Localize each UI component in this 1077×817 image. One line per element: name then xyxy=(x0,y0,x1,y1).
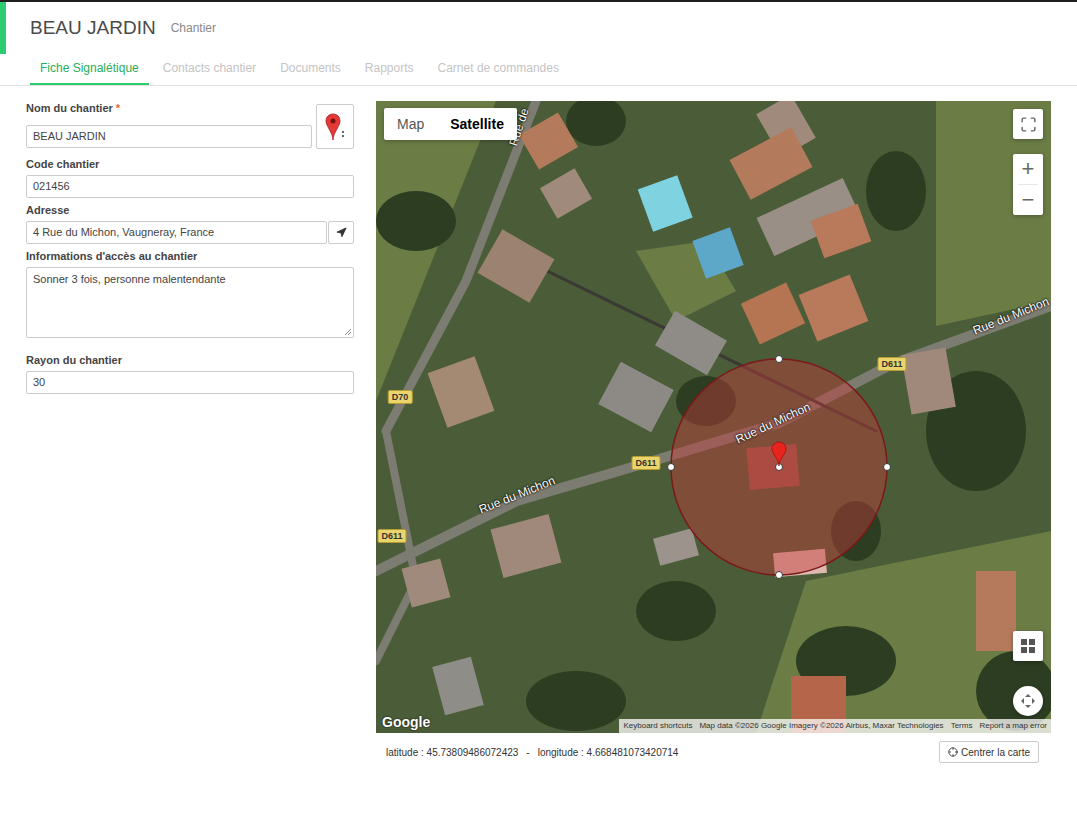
text-input[interactable]: 021456 xyxy=(26,175,354,198)
text-input[interactable]: 4 Rue du Michon, Vaugneray, France xyxy=(26,221,327,244)
page: BEAU JARDIN Chantier Fiche SignalétiqueCon… xyxy=(0,0,1077,817)
attribution-link[interactable]: Keyboard shortcuts xyxy=(623,720,692,732)
field-label: Rayon du chantier xyxy=(26,353,354,367)
longitude: longitude : 4.668481073420714 xyxy=(538,745,679,760)
marker-button[interactable] xyxy=(316,104,354,149)
crosshair-icon xyxy=(948,747,958,757)
layers-button[interactable] xyxy=(1013,631,1043,661)
form-field: Code chantier 021456 xyxy=(26,157,354,198)
address-field: Adresse 4 Rue du Michon, Vaugneray, Franc… xyxy=(26,203,354,244)
road-shield: D611 xyxy=(377,529,406,543)
field-label: Informations d'accès au chantier xyxy=(26,249,354,263)
tab[interactable]: Contacts chantier xyxy=(153,54,266,85)
text-input[interactable]: BEAU JARDIN xyxy=(26,125,312,148)
tab[interactable]: Documents xyxy=(270,54,351,85)
road-shield: D611 xyxy=(877,357,906,371)
locate-arrow-icon xyxy=(336,227,347,238)
zoom-divider xyxy=(1018,184,1038,185)
center-map-label: Centrer la carte xyxy=(961,745,1030,760)
fullscreen-button[interactable] xyxy=(1013,109,1043,139)
textarea[interactable]: Sonner 3 fois, personne malentendante xyxy=(26,267,354,338)
map-type-button[interactable]: Satellite xyxy=(437,108,517,140)
form-field: Rayon du chantier 30 xyxy=(26,353,354,394)
attribution-link[interactable]: Terms xyxy=(951,720,973,732)
site-subtitle: Chantier xyxy=(171,19,216,37)
map-panel: Rue deRue du MichonRue du MichonRue du M… xyxy=(376,101,1051,763)
tab[interactable]: Rapports xyxy=(355,54,424,85)
attribution-bar: Keyboard shortcuts Map data ©2026 Google … xyxy=(619,719,1051,733)
name-field: Nom du chantier* BEAU JARDIN xyxy=(26,101,354,149)
google-logo: Google xyxy=(382,714,430,730)
attribution-link[interactable]: Map data ©2026 Google Imagery ©2026 Airb… xyxy=(699,720,943,732)
tab[interactable]: Fiche Signalétique xyxy=(30,54,149,85)
grid-icon xyxy=(1021,639,1035,653)
resize-handle[interactable] xyxy=(776,356,783,363)
zoom-control: +− xyxy=(1013,154,1043,215)
field-label: Nom du chantier* xyxy=(26,101,312,115)
center-map-button[interactable]: Centrer la carte xyxy=(939,741,1039,763)
resize-handle[interactable] xyxy=(776,572,783,579)
name-field-main: Nom du chantier* BEAU JARDIN xyxy=(26,101,312,148)
resize-handle[interactable] xyxy=(668,464,675,471)
road-shield: D611 xyxy=(631,456,660,470)
tab-bar: Fiche SignalétiqueContacts chantierDocum… xyxy=(0,54,1077,86)
trees xyxy=(376,101,1051,731)
resize-grip-icon xyxy=(344,328,352,336)
buildings xyxy=(402,101,1016,715)
coordinates-separator: - xyxy=(526,745,529,760)
latitude: latitude : 45.73809486072423 xyxy=(386,745,518,760)
fullscreen-icon xyxy=(1020,116,1037,133)
pan-button[interactable] xyxy=(1013,686,1043,716)
site-radius-circle[interactable] xyxy=(671,359,887,575)
map-type-toggle: MapSatellite xyxy=(384,108,517,140)
required-mark: * xyxy=(116,102,120,114)
zoom-out-button[interactable]: − xyxy=(1013,185,1043,215)
address-row: 4 Rue du Michon, Vaugneray, France xyxy=(26,221,354,244)
text-input[interactable]: 30 xyxy=(26,371,354,394)
road-shield: D70 xyxy=(388,390,413,404)
field-label: Adresse xyxy=(26,203,354,217)
pan-arrows-icon xyxy=(1020,693,1036,709)
content: Nom du chantier* BEAU JARDIN Code chantier… xyxy=(0,86,1077,763)
coordinates: latitude : 45.73809486072423-longitude :… xyxy=(386,745,678,760)
access-info-field: Informations d'accès au chantier Sonner 3… xyxy=(26,249,354,338)
tab[interactable]: Carnet de commandes xyxy=(428,54,569,85)
map-marker-icon xyxy=(325,113,345,141)
resize-handle[interactable] xyxy=(884,464,891,471)
attribution-link[interactable]: Report a map error xyxy=(979,720,1047,732)
site-title: BEAU JARDIN xyxy=(30,14,156,43)
coordinates-row: latitude : 45.73809486072423-longitude :… xyxy=(376,741,1051,763)
site-form: Nom du chantier* BEAU JARDIN Code chantier… xyxy=(26,101,354,763)
locate-button[interactable] xyxy=(328,221,354,244)
site-pin-icon[interactable] xyxy=(772,442,786,466)
map[interactable]: Rue deRue du MichonRue du MichonRue du M… xyxy=(376,101,1051,733)
pool xyxy=(638,175,693,232)
site-radius-overlay[interactable] xyxy=(376,101,1051,733)
lawns xyxy=(376,101,1051,733)
page-header: BEAU JARDIN Chantier xyxy=(0,2,1077,54)
map-type-button[interactable]: Map xyxy=(384,108,437,140)
pool xyxy=(692,227,743,278)
roads xyxy=(376,101,1051,661)
zoom-in-button[interactable]: + xyxy=(1013,154,1043,184)
field-label: Code chantier xyxy=(26,157,354,171)
